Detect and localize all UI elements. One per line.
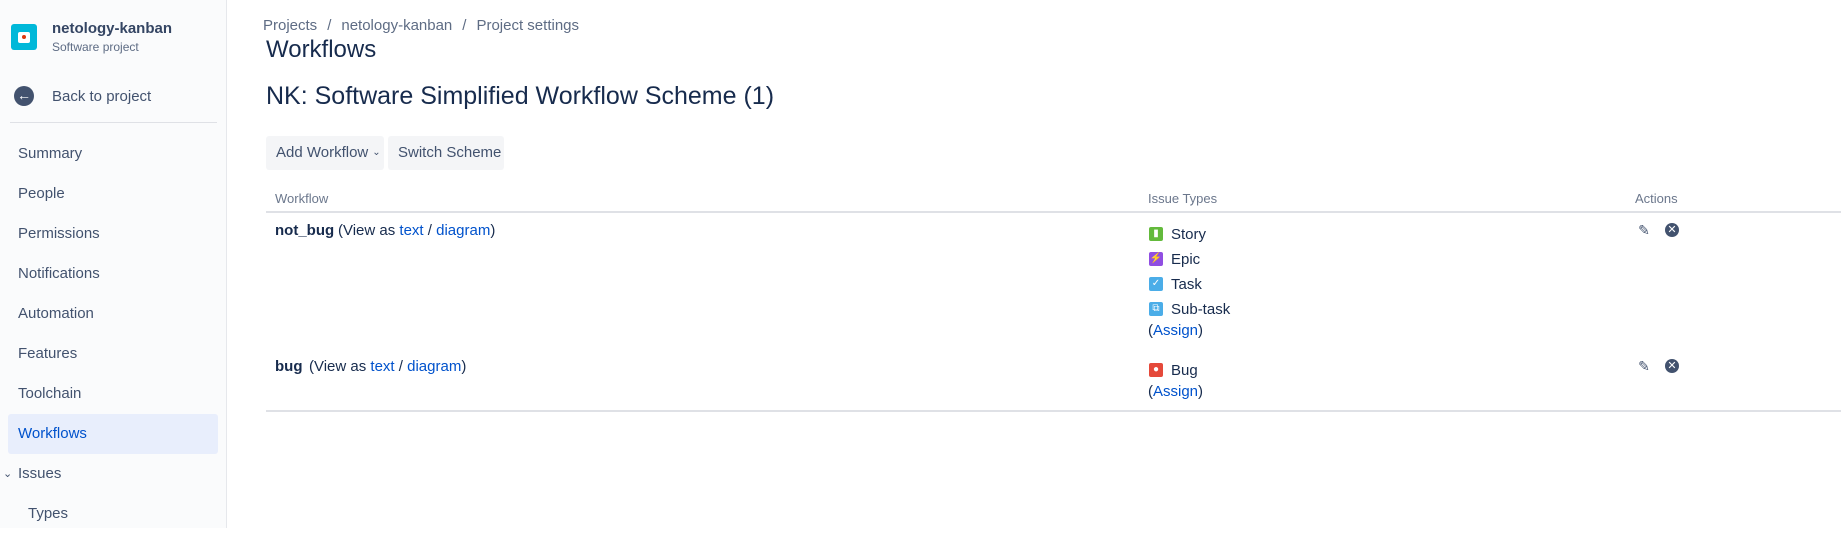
sidebar: netology-kanban Software project ← Back … [0,0,227,528]
sidebar-item-issues-label: Issues [18,465,62,482]
chevron-down-icon: ⌄ [372,147,381,158]
page-title: Workflows [266,36,377,63]
view-as-separator: / [398,358,403,375]
workflow-view-as: (View as text / diagram) [309,358,466,375]
assign-wrapper: (Assign) [1148,383,1203,400]
bug-icon: ● [1149,363,1163,378]
assign-link[interactable]: Assign [1153,383,1198,400]
view-as-prefix: (View as [309,358,367,375]
assign-close-paren: ) [1198,322,1204,339]
project-name: netology-kanban [52,20,173,37]
breadcrumb-project-settings[interactable]: Project settings [476,17,579,34]
epic-icon: ⚡ [1149,252,1163,267]
view-as-suffix: ) [461,358,467,375]
subtask-icon: ⧉ [1149,302,1163,317]
back-to-project-link[interactable]: ← Back to project [14,86,204,106]
view-as-text-link[interactable]: text [370,358,394,375]
table-bottom-divider [266,410,1841,412]
view-as-suffix: ) [490,222,496,239]
view-as-diagram-link[interactable]: diagram [436,222,490,239]
scheme-title: NK: Software Simplified Workflow Scheme … [266,82,775,110]
issue-type-item: ● Bug [1149,362,1198,382]
sidebar-item-types[interactable]: Types [8,494,218,534]
table-header-divider [266,211,1841,213]
issue-type-label: Epic [1171,251,1201,268]
issue-type-item: ✓ Task [1149,276,1202,296]
workflow-name: bug [275,358,303,375]
column-header-workflow: Workflow [275,191,329,206]
view-as-separator: / [427,222,432,239]
project-avatar [11,24,37,50]
view-as-text-link[interactable]: text [399,222,423,239]
issue-type-label: Bug [1171,362,1198,379]
issue-type-item: ⧉ Sub-task [1149,301,1230,321]
view-as-diagram-link[interactable]: diagram [407,358,461,375]
issue-type-item: ▮ Story [1149,226,1206,246]
workflow-view-as: (View as text / diagram) [338,222,495,239]
assign-close-paren: ) [1198,383,1204,400]
issue-type-label: Sub-task [1171,301,1231,318]
sidebar-item-toolchain[interactable]: Toolchain [8,374,218,414]
sidebar-item-notifications[interactable]: Notifications [8,254,218,294]
story-icon: ▮ [1149,227,1163,242]
task-icon: ✓ [1149,277,1163,292]
breadcrumb-project[interactable]: netology-kanban [341,17,452,34]
workflow-name: not_bug [275,222,335,239]
issue-type-label: Task [1171,276,1202,293]
breadcrumb: Projects / netology-kanban / Project setting… [263,17,579,34]
edit-icon[interactable]: ✎ [1636,222,1652,238]
arrow-left-icon: ← [14,86,34,106]
project-type: Software project [52,40,139,54]
column-header-issue-types: Issue Types [1148,191,1218,206]
remove-icon[interactable]: ✕ [1665,359,1679,373]
sidebar-item-workflows[interactable]: Workflows [8,414,218,454]
chevron-down-icon: ⌄ [3,468,13,480]
back-to-project-label: Back to project [52,88,152,105]
edit-icon[interactable]: ✎ [1636,358,1652,374]
remove-icon[interactable]: ✕ [1665,223,1679,237]
add-workflow-label: Add Workflow [276,144,369,161]
add-workflow-button[interactable]: Add Workflow ⌄ [266,136,384,170]
sidebar-divider [10,122,217,123]
sidebar-item-people[interactable]: People [8,174,218,214]
issue-type-label: Story [1171,226,1207,243]
issue-type-item: ⚡ Epic [1149,251,1200,271]
sidebar-item-summary[interactable]: Summary [8,134,218,174]
column-header-actions: Actions [1635,191,1678,206]
sidebar-item-permissions[interactable]: Permissions [8,214,218,254]
view-as-prefix: (View as [338,222,396,239]
sidebar-item-issues[interactable]: ⌄ Issues [0,454,210,494]
sidebar-item-features[interactable]: Features [8,334,218,374]
assign-link[interactable]: Assign [1153,322,1198,339]
breadcrumb-projects[interactable]: Projects [263,17,317,34]
assign-wrapper: (Assign) [1148,322,1203,339]
sidebar-item-automation[interactable]: Automation [8,294,218,334]
switch-scheme-button[interactable]: Switch Scheme [388,136,504,170]
